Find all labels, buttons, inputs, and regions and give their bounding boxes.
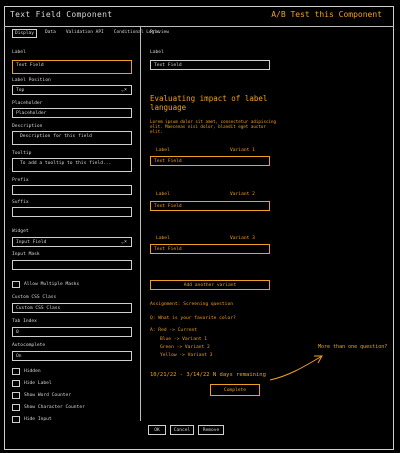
autocomplete-input[interactable]: On: [12, 351, 132, 361]
label-caption: Label: [12, 50, 26, 55]
placeholder-caption: Placeholder: [12, 101, 43, 106]
widget-caption: Widget: [12, 229, 29, 234]
hide-label-checkbox[interactable]: [12, 380, 20, 387]
experiment-description: Lorem ipsum dolor sit amet, consectetur …: [150, 119, 277, 134]
chevron-down-icon: ⌄×: [121, 87, 128, 93]
variant-3-input[interactable]: Text Field: [150, 244, 270, 254]
label-position-select[interactable]: Top ⌄×: [12, 85, 132, 95]
description-value: Description for this field: [20, 134, 92, 139]
suffix-caption: Suffix: [12, 200, 29, 205]
tooltip-textarea[interactable]: To add a tooltip to this field...: [12, 158, 132, 172]
description-caption: Description: [12, 124, 43, 129]
question-text: Q: What is your favorite color?: [150, 316, 236, 321]
tooltip-value: To add a tooltip to this field...: [20, 161, 112, 166]
tooltip-caption: Tooltip: [12, 151, 32, 156]
hide-label-label: Hide Label: [24, 381, 52, 386]
input-mask-input[interactable]: [12, 260, 132, 270]
hide-input-label: Hide Input: [24, 417, 52, 422]
widget-value: Input Field: [16, 240, 47, 245]
tab-index-input[interactable]: 0: [12, 327, 132, 337]
answer-green: Green -> Variant 2: [160, 345, 210, 350]
assignment-text: Assignment: Screening question: [150, 302, 233, 307]
custom-css-input[interactable]: Custom CSS Class: [12, 303, 132, 313]
description-textarea[interactable]: Description for this field: [12, 131, 132, 145]
prefix-caption: Prefix: [12, 178, 29, 183]
variant-1-label: Label: [156, 148, 170, 153]
preview-text-field[interactable]: Text Field: [150, 60, 270, 70]
variant-3-name: Variant 3: [230, 236, 255, 241]
hidden-label: Hidden: [24, 369, 41, 374]
custom-css-caption: Custom CSS Class: [12, 295, 57, 300]
answer-yellow: Yellow -> Variant 3: [160, 353, 213, 358]
placeholder-input[interactable]: Placeholder: [12, 108, 132, 118]
more-question-note: More than one question?: [318, 344, 388, 350]
show-word-counter-label: Show Word Counter: [24, 393, 72, 398]
hide-input-checkbox[interactable]: [12, 416, 20, 423]
column-divider: [140, 26, 141, 421]
chevron-down-icon: ⌄×: [121, 239, 128, 245]
input-mask-caption: Input Mask: [12, 252, 40, 257]
label-input[interactable]: Text Field: [12, 60, 132, 74]
preview-label-caption: Label: [150, 50, 164, 55]
variant-3-label: Label: [156, 236, 170, 241]
show-word-counter-checkbox[interactable]: [12, 392, 20, 399]
ab-test-title: A/B Test this Component: [271, 10, 382, 19]
remove-button[interactable]: Remove: [198, 425, 224, 435]
hidden-checkbox[interactable]: [12, 368, 20, 375]
label-position-caption: Label Position: [12, 78, 51, 83]
cancel-button[interactable]: Cancel: [170, 425, 194, 435]
answer-blue: Blue -> Variant 1: [160, 337, 208, 342]
ok-button[interactable]: OK: [148, 425, 166, 435]
variant-2-label: Label: [156, 192, 170, 197]
variant-1-name: Variant 1: [230, 148, 255, 153]
add-variant-button[interactable]: Add another variant: [150, 280, 270, 290]
dialog-title: Text Field Component: [10, 10, 113, 19]
preview-heading: Preview: [150, 30, 169, 35]
complete-button[interactable]: Complete: [210, 384, 260, 396]
date-range: 10/21/22 - 3/14/22 N days remaining: [150, 372, 266, 378]
experiment-title: Evaluating impact of label language: [150, 94, 268, 112]
allow-multiple-masks-label: Allow Multiple Masks: [24, 282, 80, 287]
prefix-input[interactable]: [12, 185, 132, 195]
variant-1-input[interactable]: Text Field: [150, 156, 270, 166]
answer-red: A: Red -> Current: [150, 328, 198, 333]
widget-select[interactable]: Input Field ⌄×: [12, 237, 132, 247]
tab-display[interactable]: Display: [12, 29, 37, 38]
tab-validation-api[interactable]: Validation API: [64, 29, 106, 38]
tab-data[interactable]: Data: [43, 29, 58, 38]
suffix-input[interactable]: [12, 207, 132, 217]
annotation-arrow-icon: [269, 355, 323, 381]
tab-index-caption: Tab Index: [12, 319, 37, 324]
variant-2-name: Variant 2: [230, 192, 255, 197]
header-divider: [4, 26, 394, 27]
autocomplete-caption: Autocomplete: [12, 343, 46, 348]
show-character-counter-label: Show Character Counter: [24, 405, 85, 410]
label-position-value: Top: [16, 88, 25, 93]
show-character-counter-checkbox[interactable]: [12, 404, 20, 411]
allow-multiple-masks-checkbox[interactable]: [12, 281, 20, 288]
variant-2-input[interactable]: Text Field: [150, 201, 270, 211]
